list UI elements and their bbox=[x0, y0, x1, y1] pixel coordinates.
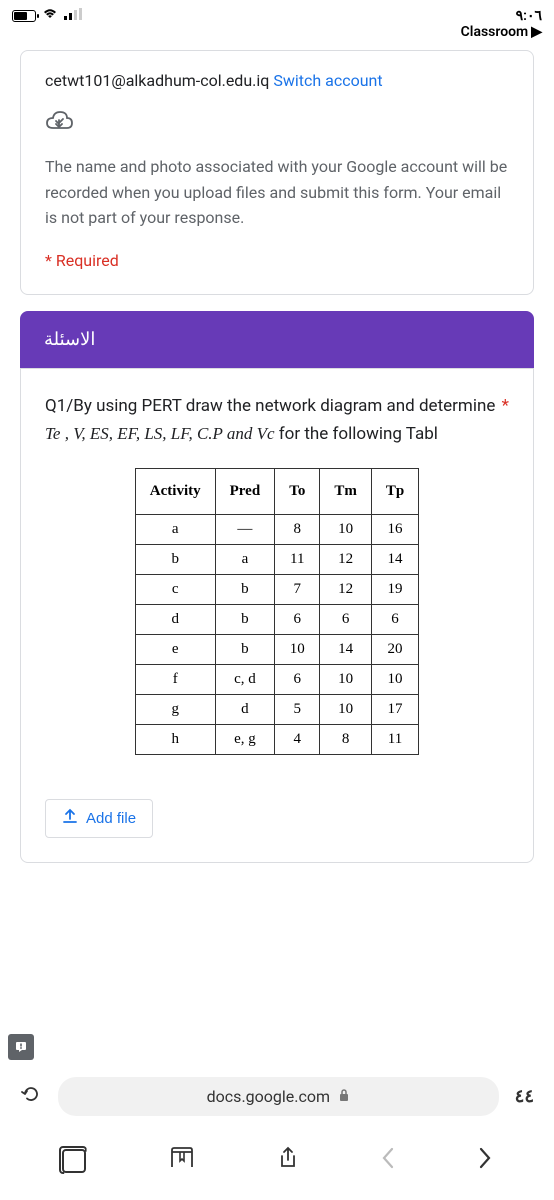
table-cell: g bbox=[135, 695, 215, 725]
table-cell: 14 bbox=[371, 545, 418, 575]
table-cell: c bbox=[135, 575, 215, 605]
table-cell: 12 bbox=[320, 545, 372, 575]
tab-count[interactable]: ٤٤ bbox=[515, 1086, 534, 1107]
upload-icon bbox=[62, 808, 78, 829]
table-cell: 14 bbox=[320, 635, 372, 665]
table-cell: 12 bbox=[320, 575, 372, 605]
table-cell: 10 bbox=[320, 515, 372, 545]
table-cell: d bbox=[135, 605, 215, 635]
table-cell: 16 bbox=[371, 515, 418, 545]
pert-table-container: ActivityPredToTmTp a—81016ba111214cb7121… bbox=[21, 468, 533, 779]
table-row: fc, d61010 bbox=[135, 665, 418, 695]
table-cell: b bbox=[215, 605, 275, 635]
table-cell: b bbox=[135, 545, 215, 575]
table-row: a—81016 bbox=[135, 515, 418, 545]
account-info-text: The name and photo associated with your … bbox=[45, 154, 509, 231]
table-cell: 11 bbox=[275, 545, 320, 575]
table-cell: 6 bbox=[275, 605, 320, 635]
battery-icon bbox=[12, 10, 36, 22]
table-cell: d bbox=[215, 695, 275, 725]
url-text: docs.google.com bbox=[207, 1087, 330, 1106]
table-cell: a bbox=[135, 515, 215, 545]
forward-icon[interactable] bbox=[478, 1147, 492, 1175]
table-cell: 7 bbox=[275, 575, 320, 605]
table-cell: 5 bbox=[275, 695, 320, 725]
account-email-line: cetwt101@alkadhum-col.edu.iq Switch acco… bbox=[45, 71, 509, 90]
table-cell: 19 bbox=[371, 575, 418, 605]
table-cell: 20 bbox=[371, 635, 418, 665]
table-cell: 6 bbox=[371, 605, 418, 635]
table-cell: 8 bbox=[320, 725, 372, 755]
table-cell: f bbox=[135, 665, 215, 695]
lock-icon bbox=[338, 1088, 350, 1105]
table-row: he, g4811 bbox=[135, 725, 418, 755]
table-cell: 6 bbox=[275, 665, 320, 695]
question-card: Q1/By using PERT draw the network diagra… bbox=[20, 368, 534, 863]
wifi-icon bbox=[42, 8, 58, 24]
account-email: cetwt101@alkadhum-col.edu.iq bbox=[45, 71, 269, 90]
share-icon[interactable] bbox=[278, 1146, 298, 1176]
table-row: gd51017 bbox=[135, 695, 418, 725]
table-cell: 6 bbox=[320, 605, 372, 635]
reload-icon[interactable] bbox=[20, 1083, 42, 1111]
required-label: * Required bbox=[45, 251, 509, 270]
play-icon: ▶ bbox=[531, 24, 542, 40]
url-field[interactable]: docs.google.com bbox=[58, 1077, 499, 1116]
table-cell: a bbox=[215, 545, 275, 575]
tabs-icon[interactable] bbox=[62, 1149, 86, 1173]
account-card: cetwt101@alkadhum-col.edu.iq Switch acco… bbox=[20, 50, 534, 295]
table-cell: b bbox=[215, 635, 275, 665]
question-title: Q1/By using PERT draw the network diagra… bbox=[21, 369, 533, 468]
switch-account-link[interactable]: Switch account bbox=[273, 71, 382, 90]
pert-table: ActivityPredToTmTp a—81016ba111214cb7121… bbox=[135, 468, 419, 755]
table-cell: e bbox=[135, 635, 215, 665]
section-header: الاسئلة bbox=[20, 311, 534, 368]
add-file-button[interactable]: Add file bbox=[45, 799, 153, 838]
status-right: ٩:٠٦ Classroom ▶ bbox=[461, 8, 542, 40]
bookmarks-icon[interactable] bbox=[169, 1147, 195, 1175]
back-icon[interactable] bbox=[381, 1147, 395, 1175]
url-bar: docs.google.com ٤٤ bbox=[0, 1063, 554, 1130]
table-header: To bbox=[275, 469, 320, 515]
table-cell: 8 bbox=[275, 515, 320, 545]
table-cell: c, d bbox=[215, 665, 275, 695]
table-header: Tp bbox=[371, 469, 418, 515]
cloud-icon bbox=[45, 108, 73, 136]
table-cell: 4 bbox=[275, 725, 320, 755]
status-bar: ٩:٠٦ Classroom ▶ bbox=[0, 0, 554, 50]
table-cell: 10 bbox=[320, 665, 372, 695]
table-cell: 11 bbox=[371, 725, 418, 755]
table-row: ba111214 bbox=[135, 545, 418, 575]
table-cell: 17 bbox=[371, 695, 418, 725]
table-cell: 10 bbox=[371, 665, 418, 695]
clock: ٩:٠٦ bbox=[461, 8, 542, 24]
table-cell: e, g bbox=[215, 725, 275, 755]
table-cell: h bbox=[135, 725, 215, 755]
table-cell: — bbox=[215, 515, 275, 545]
table-cell: 10 bbox=[320, 695, 372, 725]
classroom-label[interactable]: Classroom ▶ bbox=[461, 24, 542, 40]
table-row: cb71219 bbox=[135, 575, 418, 605]
table-cell: 10 bbox=[275, 635, 320, 665]
table-cell: b bbox=[215, 575, 275, 605]
browser-nav bbox=[0, 1130, 554, 1200]
table-row: eb101420 bbox=[135, 635, 418, 665]
signal-icon bbox=[64, 8, 82, 24]
table-header: Tm bbox=[320, 469, 372, 515]
feedback-badge[interactable] bbox=[8, 1034, 34, 1060]
table-header: Activity bbox=[135, 469, 215, 515]
status-indicators bbox=[12, 8, 82, 24]
required-star: * bbox=[502, 393, 509, 420]
table-row: db666 bbox=[135, 605, 418, 635]
table-header: Pred bbox=[215, 469, 275, 515]
